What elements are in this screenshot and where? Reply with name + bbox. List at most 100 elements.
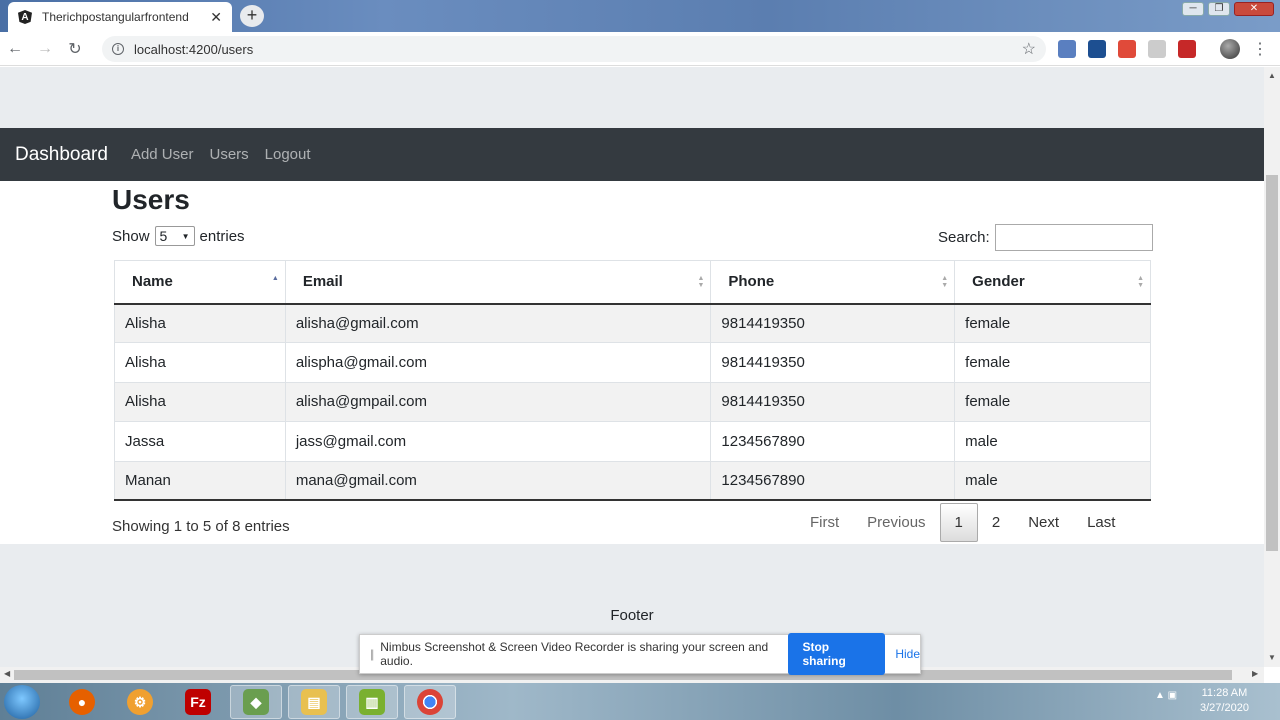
cell-phone: 1234567890 <box>710 460 956 502</box>
sort-icon: ▲ ▼ <box>1137 275 1144 289</box>
sort-icon: ▲ ▼ <box>941 275 949 289</box>
top-navbar: Dashboard Add User Users Logout <box>0 128 1264 181</box>
screen-sharing-bar: || Nimbus Screenshot & Screen Video Reco… <box>359 633 921 675</box>
cell-gender: male <box>954 421 1151 462</box>
scroll-right-icon[interactable]: ▶ <box>1252 669 1258 678</box>
column-label: Gender <box>972 273 1025 291</box>
scroll-left-icon[interactable]: ◀ <box>4 669 10 678</box>
cell-name: Alisha <box>114 302 286 344</box>
firefox-icon[interactable]: ● <box>56 685 108 719</box>
shield-icon[interactable] <box>1148 40 1166 58</box>
column-header-gender[interactable]: Gender ▲ ▼ <box>954 260 1151 305</box>
cell-name: Jassa <box>114 421 286 462</box>
scroll-up-icon[interactable]: ▲ <box>1268 71 1276 80</box>
filezilla-icon[interactable]: Fz <box>172 685 224 719</box>
page-next-button[interactable]: Next <box>1014 503 1073 542</box>
forward-arrow-icon[interactable]: → <box>30 40 60 58</box>
page-previous-button[interactable]: Previous <box>853 503 939 542</box>
search-input[interactable] <box>994 224 1153 251</box>
navbar-brand[interactable]: Dashboard <box>15 144 108 166</box>
taskbar: ● ⚙ Fz ◆ ▤ ▥ <box>0 683 1280 720</box>
cell-name: Manan <box>114 460 286 502</box>
sharing-message: Nimbus Screenshot & Screen Video Recorde… <box>380 640 769 668</box>
start-button[interactable] <box>4 685 40 719</box>
column-label: Phone <box>728 273 775 291</box>
extension-icon[interactable] <box>1088 40 1106 58</box>
clock-time: 11:28 AM <box>1201 687 1248 699</box>
reload-icon[interactable]: ↻ <box>60 39 90 59</box>
column-header-name[interactable]: Name ▲ <box>114 260 286 305</box>
table-row: Alisha alisha@gmpail.com 9814419350 fema… <box>114 381 1151 423</box>
cors-extension-icon[interactable] <box>1178 40 1196 58</box>
hide-button[interactable]: Hide <box>895 647 920 661</box>
page-1-button[interactable]: 1 <box>939 503 978 542</box>
drag-handle-icon[interactable]: || <box>370 647 374 661</box>
page-length-select[interactable]: 5 ▼ <box>154 226 195 246</box>
page-length-control: Show 5 ▼ entries <box>112 226 245 246</box>
chevron-down-icon: ▼ <box>181 231 190 241</box>
sort-ascending-icon: ▲ <box>271 275 279 282</box>
browser-toolbar: ← → ↻ i localhost:4200/users ☆ ⋮ <box>0 32 1280 66</box>
table-info: Showing 1 to 5 of 8 entries <box>112 518 290 535</box>
cell-phone: 9814419350 <box>710 302 956 344</box>
window-controls: ─ ❐ ✕ <box>1182 2 1274 16</box>
clock-date: 3/27/2020 <box>1200 702 1249 714</box>
main-content: Users Show 5 ▼ entries Search: Name ▲ Em… <box>0 181 1264 544</box>
extension-icon[interactable] <box>1058 40 1076 58</box>
cell-phone: 9814419350 <box>710 342 956 383</box>
address-bar[interactable]: i localhost:4200/users ☆ <box>102 36 1046 62</box>
search-label: Search: <box>938 229 990 246</box>
kebab-menu-icon[interactable]: ⋮ <box>1252 39 1268 59</box>
tray-icons[interactable]: ▲ ▣ <box>1155 690 1177 701</box>
page-last-button[interactable]: Last <box>1073 503 1129 542</box>
file-explorer-icon[interactable]: ▤ <box>288 685 340 719</box>
nav-users[interactable]: Users <box>209 146 248 163</box>
settings-gear-icon[interactable]: ⚙ <box>114 685 166 719</box>
extensions <box>1058 40 1196 58</box>
url-text[interactable]: localhost:4200/users <box>134 42 1022 57</box>
browser-tab[interactable]: A Therichpostangularfrontend ✕ <box>8 2 232 32</box>
nav-add-user[interactable]: Add User <box>131 146 194 163</box>
page-length-value: 5 <box>159 228 168 244</box>
entries-label: entries <box>199 227 245 245</box>
table-row: Manan mana@gmail.com 1234567890 male <box>114 460 1151 502</box>
stop-sharing-button[interactable]: Stop sharing <box>788 633 886 675</box>
profile-avatar[interactable] <box>1220 39 1240 59</box>
new-tab-button[interactable]: + <box>240 5 264 27</box>
chrome-icon[interactable] <box>404 685 456 719</box>
cell-gender: female <box>954 381 1151 423</box>
system-clock[interactable]: 11:28 AM 3/27/2020 <box>1200 686 1249 716</box>
back-arrow-icon[interactable]: ← <box>0 40 30 58</box>
record-extension-icon[interactable] <box>1118 40 1136 58</box>
cell-name: Alisha <box>114 381 286 423</box>
tab-close-icon[interactable]: ✕ <box>210 9 222 26</box>
scrollbar-thumb[interactable] <box>1266 175 1278 551</box>
page-first-button[interactable]: First <box>796 503 853 542</box>
info-icon[interactable]: i <box>112 43 124 55</box>
column-label: Name <box>132 273 173 291</box>
maximize-button[interactable]: ❐ <box>1208 2 1230 16</box>
cell-gender: female <box>954 342 1151 383</box>
cell-email: mana@gmail.com <box>284 460 712 502</box>
close-window-button[interactable]: ✕ <box>1234 2 1274 16</box>
recorder-icon[interactable]: ▥ <box>346 685 398 719</box>
table-header-row: Name ▲ Email ▲ ▼ Phone ▲ ▼ Gender ▲ ▼ <box>114 260 1151 305</box>
column-header-email[interactable]: Email ▲ ▼ <box>284 260 712 305</box>
cell-name: Alisha <box>114 342 286 383</box>
cell-phone: 1234567890 <box>710 421 956 462</box>
sort-icon: ▲ ▼ <box>697 275 705 289</box>
page-2-button[interactable]: 2 <box>978 503 1014 542</box>
column-header-phone[interactable]: Phone ▲ ▼ <box>710 260 956 305</box>
show-label: Show <box>112 227 150 245</box>
vertical-scrollbar[interactable]: ▲ ▼ <box>1264 67 1280 667</box>
table-row: Jassa jass@gmail.com 1234567890 male <box>114 421 1151 462</box>
minimize-button[interactable]: ─ <box>1182 2 1204 16</box>
bookmark-star-icon[interactable]: ☆ <box>1022 39 1036 59</box>
tab-strip: A Therichpostangularfrontend ✕ + ─ ❐ ✕ <box>0 0 1280 32</box>
nav-logout[interactable]: Logout <box>265 146 311 163</box>
app-icon[interactable]: ◆ <box>230 685 282 719</box>
page-viewport: Dashboard Add User Users Logout Users Sh… <box>0 67 1264 667</box>
table-row: Alisha alispha@gmail.com 9814419350 fema… <box>114 342 1151 383</box>
table-row: Alisha alisha@gmail.com 9814419350 femal… <box>114 302 1151 344</box>
scroll-down-icon[interactable]: ▼ <box>1268 653 1276 662</box>
